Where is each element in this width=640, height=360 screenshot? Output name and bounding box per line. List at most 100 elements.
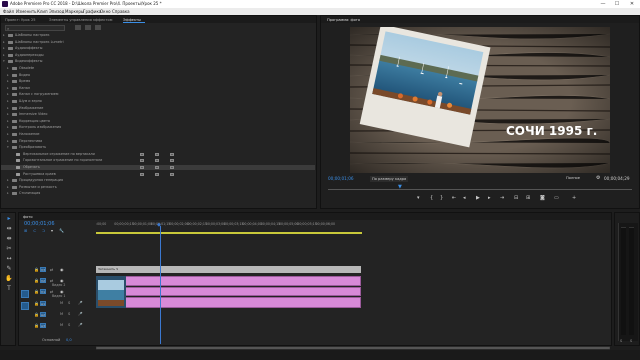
mark-in-icon[interactable]: ▾: [417, 195, 420, 201]
master-volume-value[interactable]: 0,0: [66, 338, 72, 342]
source-patch-button[interactable]: [21, 302, 29, 310]
maximize-button[interactable]: ☐: [610, 0, 624, 8]
chevron-right-icon[interactable]: ▸: [7, 139, 9, 144]
solo-button[interactable]: S: [68, 312, 70, 316]
timeline-settings-icon[interactable]: 🔧: [59, 228, 64, 233]
go-to-in-icon[interactable]: ⇤: [452, 195, 456, 201]
meter-solo-left[interactable]: S: [620, 339, 622, 343]
fit-dropdown[interactable]: По размеру кадра: [370, 176, 408, 182]
selection-tool-icon[interactable]: ▸: [5, 215, 13, 223]
effect-item[interactable]: Вертикальное отражение по вертикали: [1, 152, 315, 157]
effects-folder[interactable]: ▾ Преобразовать: [1, 145, 315, 150]
work-area-bar[interactable]: [96, 232, 362, 234]
program-scrubber-track[interactable]: [328, 189, 632, 190]
type-tool-icon[interactable]: T: [5, 285, 13, 293]
tab-sequence-photo[interactable]: фото: [23, 214, 33, 220]
effects-folder[interactable]: ▸ Obsolete: [1, 66, 315, 71]
chevron-right-icon[interactable]: ▸: [7, 112, 9, 117]
chevron-right-icon[interactable]: ▸: [3, 53, 5, 58]
chevron-right-icon[interactable]: ▸: [7, 106, 9, 111]
track-target-v2[interactable]: V2: [40, 278, 46, 283]
accelerated-effects-filter-icon[interactable]: [75, 25, 81, 30]
solo-button[interactable]: S: [68, 301, 70, 305]
effects-folder[interactable]: ▸ Аудиопереходы: [1, 53, 315, 58]
insert-icon[interactable]: ⊟: [514, 195, 518, 201]
effects-folder[interactable]: ▸ Стилизация: [1, 191, 315, 196]
lock-icon[interactable]: 🔒: [34, 312, 39, 317]
chevron-right-icon[interactable]: ▸: [7, 79, 9, 84]
program-timecode[interactable]: 00;00;01;06: [328, 176, 354, 181]
effect-item[interactable]: Обрезать: [1, 165, 315, 170]
mark-in-bracket-icon[interactable]: {: [430, 195, 433, 201]
clip-v1-lower[interactable]: [96, 297, 361, 308]
sync-lock-icon[interactable]: ⇄: [50, 267, 53, 272]
chevron-right-icon[interactable]: ▸: [7, 185, 9, 190]
pen-tool-icon[interactable]: ✎: [5, 265, 13, 273]
go-to-out-icon[interactable]: ⇥: [500, 195, 504, 201]
comparison-view-icon[interactable]: ▭: [554, 195, 559, 201]
chevron-right-icon[interactable]: ▸: [7, 73, 9, 78]
tab-effect-controls[interactable]: Элементы управления эффектом: [49, 17, 112, 23]
play-icon[interactable]: ▶: [476, 195, 480, 201]
menu-sequence[interactable]: Эпизод: [49, 8, 64, 15]
chevron-right-icon[interactable]: ▸: [7, 132, 9, 137]
voiceover-record-icon[interactable]: 🎤: [78, 312, 82, 316]
source-patch-button[interactable]: [21, 290, 29, 298]
menu-markers[interactable]: Маркеры: [65, 8, 84, 15]
chevron-down-icon[interactable]: ▾: [7, 145, 9, 150]
timeline-timecode[interactable]: 00;00;01;06: [24, 221, 55, 227]
effects-folder[interactable]: ▾ Видеоэффекты: [1, 59, 315, 64]
program-playhead-marker[interactable]: ▼: [398, 185, 402, 190]
mute-button[interactable]: M: [60, 301, 63, 305]
effect-item[interactable]: Растушевка краев: [1, 172, 315, 177]
eye-icon[interactable]: ◉: [60, 267, 64, 272]
effects-folder[interactable]: ▸ Шаблоны настроек Lumetri: [1, 40, 315, 45]
voiceover-record-icon[interactable]: 🎤: [78, 323, 82, 327]
lock-icon[interactable]: 🔒: [34, 301, 39, 306]
menu-file[interactable]: Файл: [3, 8, 14, 15]
effects-folder[interactable]: ▸ Канал: [1, 86, 315, 91]
nest-toggle-icon[interactable]: ⊞: [24, 228, 27, 233]
clip-v1[interactable]: [96, 287, 361, 296]
step-back-icon[interactable]: ◂: [463, 195, 466, 201]
track-target-v1[interactable]: V1: [40, 289, 46, 294]
effects-folder[interactable]: ▸ Видео: [1, 73, 315, 78]
mute-button[interactable]: M: [60, 312, 63, 316]
slip-tool-icon[interactable]: ↔: [5, 255, 13, 263]
clip-v3-dip-to-black[interactable]: Затемнить Ч: [96, 266, 361, 273]
chevron-right-icon[interactable]: ▸: [7, 125, 9, 130]
chevron-right-icon[interactable]: ▸: [3, 40, 5, 45]
effects-folder[interactable]: ▸ Канал с погружением: [1, 92, 315, 97]
hand-tool-icon[interactable]: ✋: [5, 275, 13, 283]
effects-folder[interactable]: ▸ Время: [1, 79, 315, 84]
lock-icon[interactable]: 🔒: [34, 323, 39, 328]
playhead-handle-icon[interactable]: ◆: [157, 223, 161, 228]
effects-folder[interactable]: ▸ Наложение: [1, 132, 315, 137]
quality-dropdown[interactable]: Полное: [566, 176, 580, 180]
razor-tool-icon[interactable]: ✂: [5, 245, 13, 253]
solo-button[interactable]: S: [68, 323, 70, 327]
effects-folder[interactable]: ▸ Размытие и резкость: [1, 185, 315, 190]
chevron-right-icon[interactable]: ▸: [7, 191, 9, 196]
track-target-a1[interactable]: A1: [40, 301, 46, 306]
chevron-down-icon[interactable]: ▾: [3, 59, 5, 64]
track-target-v3[interactable]: V3: [40, 267, 46, 272]
effects-folder[interactable]: ▸ Изображение: [1, 106, 315, 111]
mute-button[interactable]: M: [60, 323, 63, 327]
chevron-right-icon[interactable]: ▸: [7, 92, 9, 97]
mark-out-bracket-icon[interactable]: }: [440, 195, 443, 201]
tab-project[interactable]: Проект: Урок 25: [5, 17, 36, 23]
chevron-right-icon[interactable]: ▸: [7, 119, 9, 124]
chevron-right-icon[interactable]: ▸: [7, 178, 9, 183]
effects-folder[interactable]: ▸ Процедурная генерация: [1, 178, 315, 183]
voiceover-record-icon[interactable]: 🎤: [78, 301, 82, 305]
tab-program[interactable]: Программа: фото: [327, 17, 360, 23]
menu-clip[interactable]: Клип: [37, 8, 48, 15]
effects-folder[interactable]: ▸ Шаблоны настроек: [1, 33, 315, 38]
timeline-scroll-thumb[interactable]: [96, 347, 610, 349]
lock-icon[interactable]: 🔒: [34, 289, 39, 294]
effects-folder[interactable]: ▸ Аудиоэффекты: [1, 46, 315, 51]
clip-v2[interactable]: [96, 276, 361, 286]
close-window-button[interactable]: ✕: [625, 0, 639, 8]
chevron-right-icon[interactable]: ▸: [7, 99, 9, 104]
